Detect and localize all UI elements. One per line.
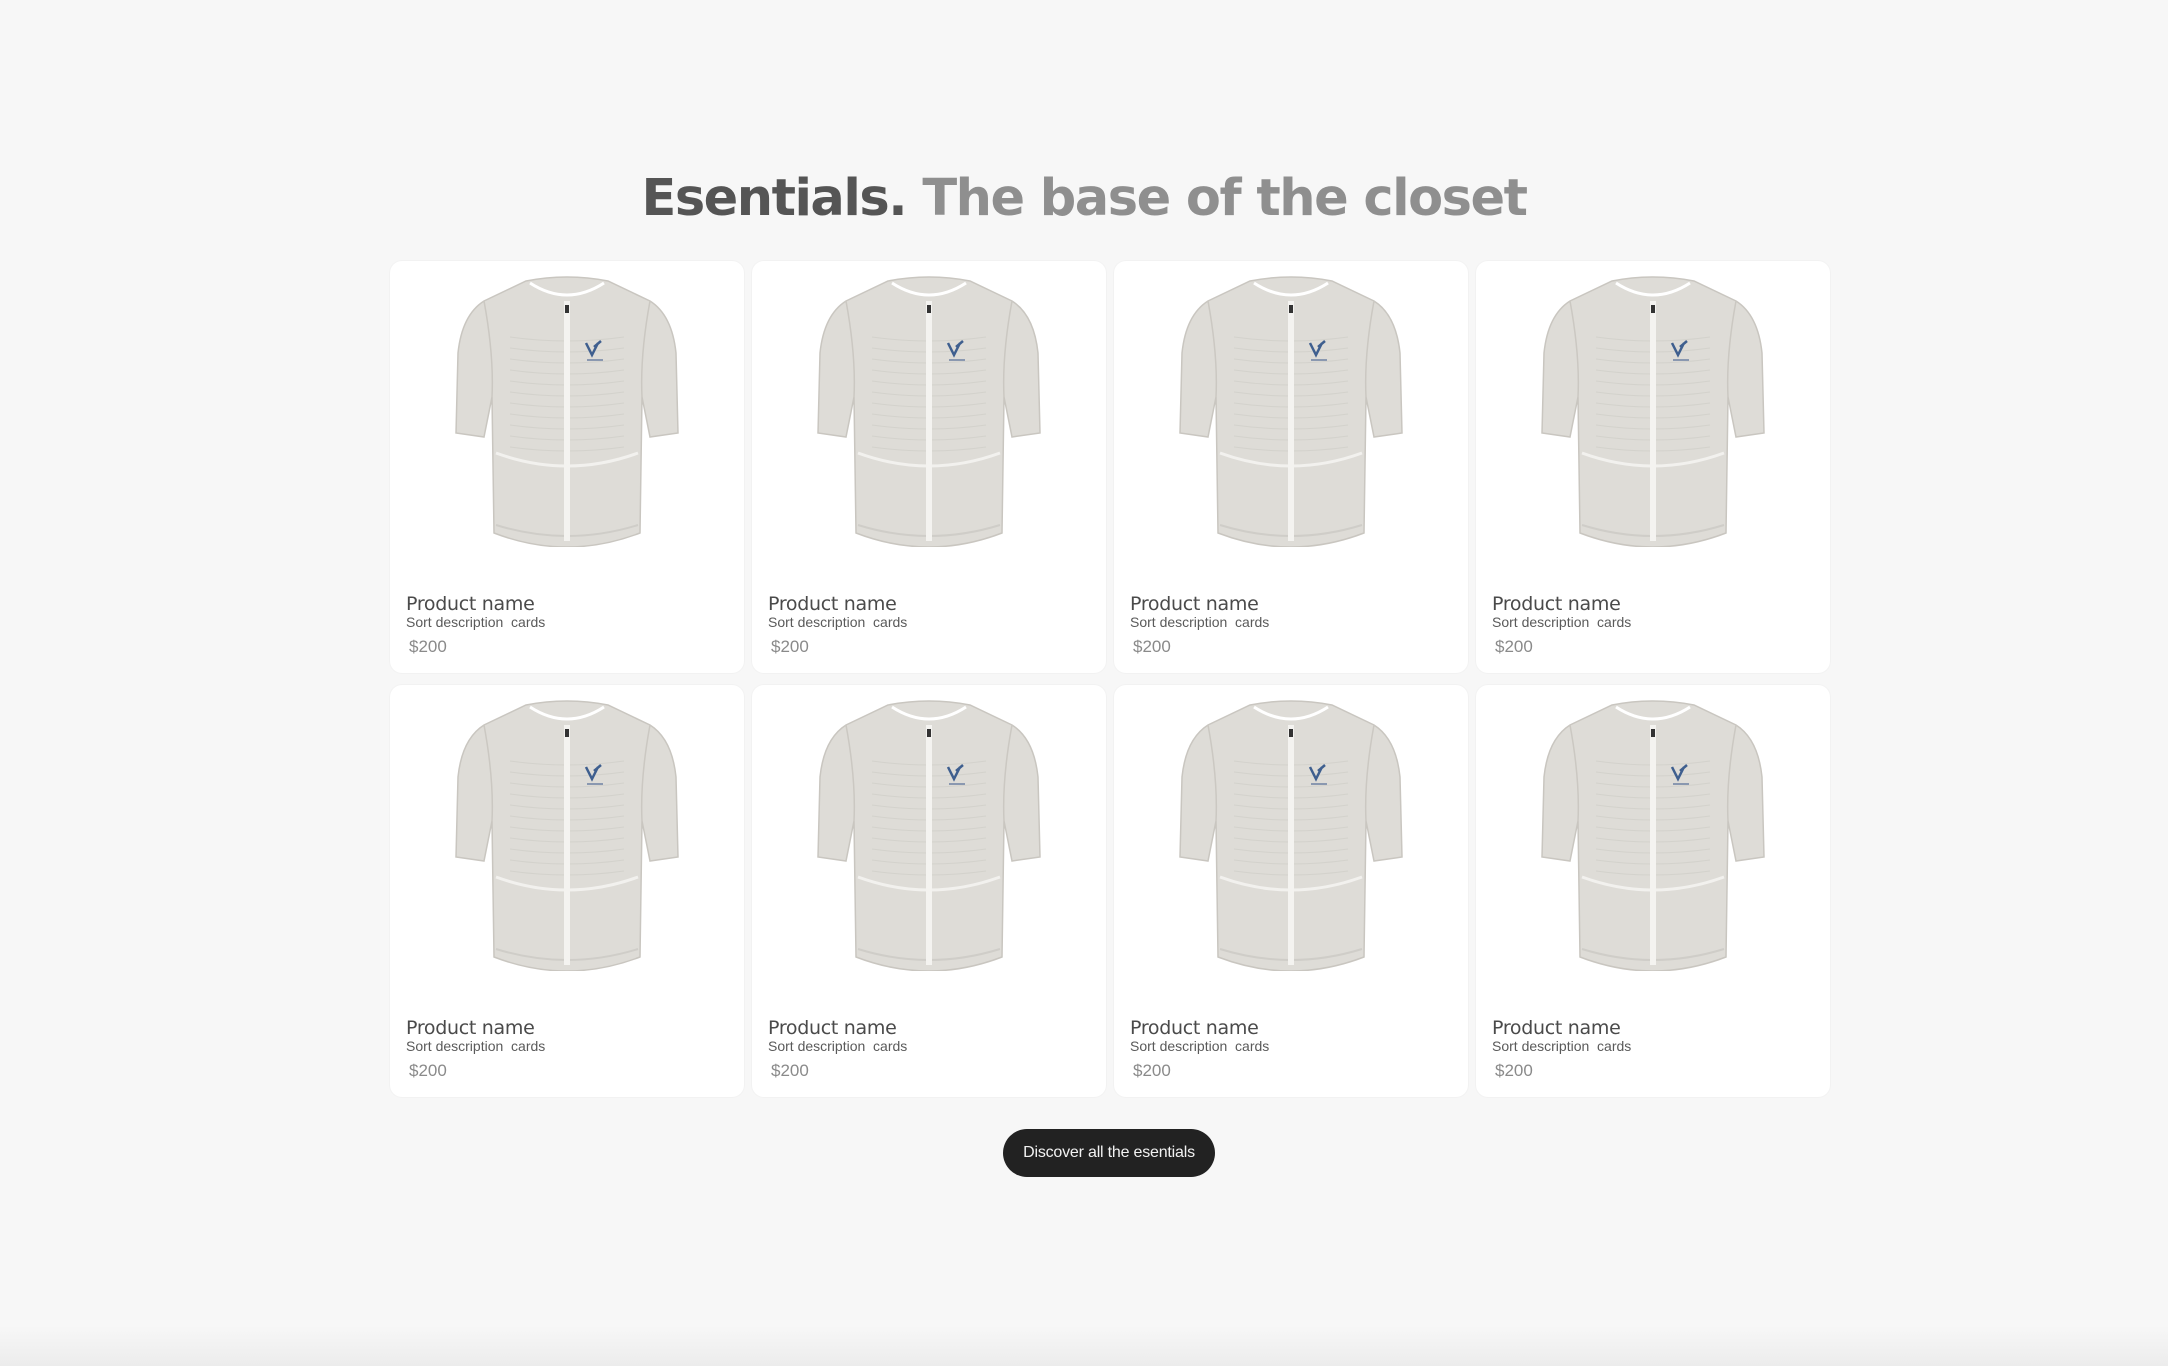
product-name: Product name: [768, 1017, 897, 1039]
product-price: $200: [1133, 637, 1171, 656]
product-price: $200: [1133, 1061, 1171, 1080]
product-description: Sort description cards: [1130, 1038, 1270, 1054]
product-name: Product name: [406, 593, 535, 615]
product-price: $200: [1495, 1061, 1533, 1080]
product-name: Product name: [406, 1017, 535, 1039]
discover-essentials-button[interactable]: Discover all the esentials: [1003, 1129, 1215, 1177]
product-card[interactable]: Product name Sort description cards $200: [1476, 685, 1830, 1097]
product-card[interactable]: Product name Sort description cards $200: [390, 685, 744, 1097]
product-card[interactable]: Product name Sort description cards $200: [1114, 685, 1468, 1097]
product-card[interactable]: Product name Sort description cards $200: [1476, 261, 1830, 673]
product-description: Sort description cards: [406, 1038, 546, 1054]
product-description: Sort description cards: [1492, 614, 1632, 630]
product-price: $200: [409, 637, 447, 656]
bottom-fade: [0, 1326, 2168, 1366]
jersey-icon: [1179, 276, 1403, 547]
product-image: [800, 699, 1058, 971]
product-price: $200: [409, 1061, 447, 1080]
product-price: $200: [771, 1061, 809, 1080]
product-grid: Product name Sort description cards $200…: [390, 261, 1830, 1097]
product-image: [438, 275, 696, 547]
product-image: [1162, 699, 1420, 971]
product-name: Product name: [1130, 593, 1259, 615]
product-description: Sort description cards: [768, 1038, 908, 1054]
product-name: Product name: [1130, 1017, 1259, 1039]
jersey-icon: [817, 700, 1041, 971]
product-card[interactable]: Product name Sort description cards $200: [752, 685, 1106, 1097]
product-price: $200: [771, 637, 809, 656]
product-image: [1524, 699, 1782, 971]
product-image: [1524, 275, 1782, 547]
product-description: Sort description cards: [1492, 1038, 1632, 1054]
title-strong: Esentials.: [641, 169, 907, 228]
product-description: Sort description cards: [768, 614, 908, 630]
essentials-section: Esentials. The base of the closet Produc…: [0, 0, 2168, 1366]
product-name: Product name: [1492, 593, 1621, 615]
jersey-icon: [455, 276, 679, 547]
product-description: Sort description cards: [1130, 614, 1270, 630]
product-card[interactable]: Product name Sort description cards $200: [390, 261, 744, 673]
product-price: $200: [1495, 637, 1533, 656]
jersey-icon: [1541, 700, 1765, 971]
product-image: [438, 699, 696, 971]
section-title: Esentials. The base of the closet: [0, 164, 2168, 234]
product-name: Product name: [1492, 1017, 1621, 1039]
product-card[interactable]: Product name Sort description cards $200: [752, 261, 1106, 673]
product-description: Sort description cards: [406, 614, 546, 630]
jersey-icon: [1179, 700, 1403, 971]
jersey-icon: [1541, 276, 1765, 547]
product-name: Product name: [768, 593, 897, 615]
product-card[interactable]: Product name Sort description cards $200: [1114, 261, 1468, 673]
jersey-icon: [817, 276, 1041, 547]
title-soft: The base of the closet: [922, 169, 1528, 228]
product-image: [800, 275, 1058, 547]
product-image: [1162, 275, 1420, 547]
jersey-icon: [455, 700, 679, 971]
